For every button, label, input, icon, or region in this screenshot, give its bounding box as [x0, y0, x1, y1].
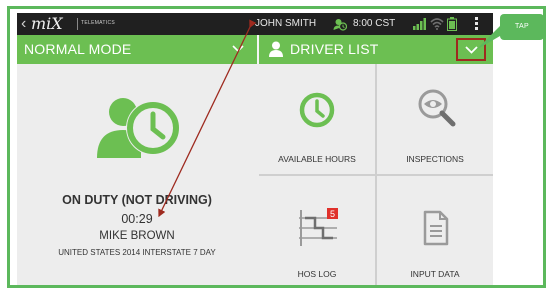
duty-time: 00:29 — [121, 212, 153, 226]
wifi-icon — [430, 18, 444, 30]
duty-status-panel[interactable]: ON DUTY (NOT DRIVING) 00:29 MIKE BROWN U… — [17, 64, 257, 285]
document-icon — [423, 210, 449, 246]
tile-hos-log[interactable]: 5 HOS LOG — [259, 176, 375, 285]
tile-label-input-data: INPUT DATA — [410, 269, 460, 279]
tile-label-hos-log: HOS LOG — [297, 269, 337, 279]
chevron-down-icon — [232, 45, 244, 53]
mode-label: NORMAL MODE — [24, 41, 132, 57]
signal-icon — [413, 18, 426, 30]
battery-icon — [447, 17, 457, 31]
back-button[interactable]: ‹ — [21, 14, 26, 34]
on-duty-clock-icon — [97, 98, 180, 158]
screenshot-frame: ‹ miX TELEMATICS JOHN SMITH 8:00 CST NOR… — [7, 6, 546, 288]
person-icon — [269, 41, 283, 57]
tile-available-hours[interactable]: AVAILABLE HOURS — [259, 64, 375, 174]
logo-subtitle: TELEMATICS — [81, 20, 116, 26]
hos-log-badge-count: 5 — [330, 209, 335, 219]
driver-list-label: DRIVER LIST — [290, 41, 379, 57]
tile-inspections[interactable]: INSPECTIONS — [377, 64, 493, 174]
tap-callout: TAP — [500, 14, 544, 40]
tile-label-available-hours: AVAILABLE HOURS — [278, 154, 356, 164]
mode-selector[interactable]: NORMAL MODE — [17, 35, 257, 64]
ruleset-text: UNITED STATES 2014 INTERSTATE 7 DAY — [58, 248, 216, 257]
available-hours-clock-icon — [299, 92, 335, 128]
tile-input-data[interactable]: INPUT DATA — [377, 176, 493, 285]
magnifier-eye-icon — [418, 89, 456, 127]
logged-in-user[interactable]: JOHN SMITH — [255, 18, 316, 29]
duty-status-text: ON DUTY (NOT DRIVING) — [62, 193, 212, 207]
clock-time: 8:00 CST — [353, 18, 396, 29]
logo-divider — [77, 18, 78, 30]
tile-label-inspections: INSPECTIONS — [406, 154, 464, 164]
driver-name: MIKE BROWN — [99, 230, 175, 242]
app-logo: miX — [31, 14, 63, 33]
driver-list-header[interactable]: DRIVER LIST — [259, 35, 493, 64]
hos-log-icon: 5 — [299, 208, 338, 246]
status-bar: ‹ miX TELEMATICS JOHN SMITH 8:00 CST — [17, 13, 493, 35]
clock-icon — [333, 19, 347, 31]
device-screen: ‹ miX TELEMATICS JOHN SMITH 8:00 CST NOR… — [17, 13, 493, 285]
